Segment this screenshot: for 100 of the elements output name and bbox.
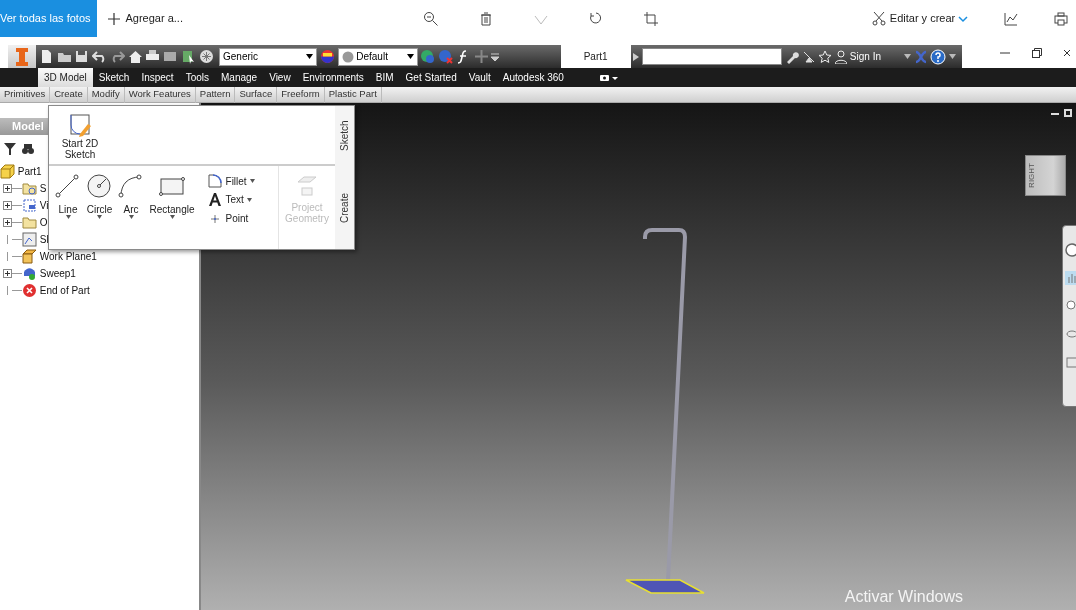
undo-icon[interactable] (92, 49, 107, 64)
fillet-icon (206, 173, 223, 189)
arc-tool-button[interactable]: Arc (118, 174, 144, 219)
expand-icon[interactable] (3, 218, 12, 227)
point-button[interactable]: Point (206, 210, 255, 227)
circle-icon (86, 174, 113, 198)
rotate-icon[interactable] (588, 10, 604, 27)
panel-title: Create (335, 166, 354, 249)
line-tool-button[interactable]: Line (55, 174, 81, 219)
caret-icon (65, 215, 71, 219)
sign-in-button[interactable]: Sign In (835, 49, 881, 64)
caret-icon[interactable] (949, 54, 956, 59)
binoculars-icon[interactable] (21, 143, 34, 155)
text-button[interactable]: Text (206, 191, 255, 208)
tree-item[interactable]: Sl (22, 232, 49, 247)
plus-icon (108, 12, 120, 25)
text-icon (206, 191, 223, 208)
ribbon-tab[interactable]: Inspect (135, 68, 180, 87)
star-icon[interactable] (818, 49, 833, 64)
restore-icon[interactable] (1064, 109, 1072, 117)
tree-item[interactable]: O (22, 215, 48, 230)
sketch-pencil-icon (68, 112, 92, 138)
caret-icon (306, 54, 313, 59)
ribbon-tab[interactable]: Sketch (92, 68, 136, 87)
expand-icon[interactable] (3, 269, 12, 278)
material-dropdown[interactable]: Generic (219, 47, 317, 66)
zoom-icon[interactable] (423, 10, 439, 27)
tree-item[interactable]: Work Plane1 (22, 249, 97, 264)
print-icon[interactable] (1054, 11, 1068, 26)
search-field[interactable] (642, 48, 783, 65)
orbit-icon[interactable] (1065, 327, 1076, 341)
tree-item[interactable]: S (22, 181, 47, 196)
user-icon (835, 49, 848, 64)
camera-icon[interactable] (599, 73, 618, 82)
fillet-button[interactable]: Fillet (206, 173, 255, 189)
chart-icon[interactable] (1004, 11, 1018, 26)
steering-wheel-icon[interactable] (1065, 243, 1076, 257)
expand-icon[interactable] (3, 184, 12, 193)
arc-icon (118, 174, 144, 198)
watermark-text: Activar Windows (844, 587, 963, 607)
caret-icon (406, 54, 414, 59)
filter-icon[interactable] (4, 143, 16, 155)
panel-tab[interactable]: Pattern (195, 86, 236, 103)
document-tab[interactable]: Part1 (560, 45, 631, 68)
tree-item[interactable]: Vi (22, 198, 49, 213)
help-icon[interactable] (930, 48, 947, 65)
view-cube[interactable]: RIGHT (1025, 155, 1066, 196)
adjust-icon[interactable] (420, 49, 436, 64)
sweep-icon (22, 266, 37, 281)
ribbon-tab[interactable]: Tools (179, 68, 215, 87)
panel-tab[interactable]: Plastic Part (324, 86, 382, 103)
appearance-dropdown[interactable]: Default (337, 47, 418, 66)
line-icon (55, 174, 81, 198)
letter-i-logo-icon (14, 46, 30, 67)
tree-item[interactable]: End of Part (22, 283, 90, 298)
trash-icon[interactable] (478, 10, 494, 27)
ribbon-tab[interactable]: Environments (296, 68, 370, 87)
panel-tab[interactable]: Create (50, 86, 88, 103)
part-icon (0, 164, 15, 179)
expand-icon[interactable] (3, 201, 12, 210)
panel-tab[interactable]: Surface (235, 86, 278, 103)
tab-arrow-icon[interactable] (633, 52, 640, 61)
save-icon[interactable] (74, 49, 90, 64)
panel-tab[interactable]: Modify (87, 86, 125, 103)
ribbon-tab[interactable]: Manage (215, 68, 264, 87)
home-icon[interactable] (127, 49, 143, 64)
crop-icon[interactable] (643, 10, 659, 27)
folder-icon (22, 215, 37, 230)
ribbon-tab[interactable]: Autodesk 360 (496, 68, 570, 87)
error-icon (22, 283, 37, 298)
scissors-icon (871, 10, 888, 27)
ribbon-tab[interactable]: BIM (369, 68, 400, 87)
caret-icon (97, 215, 102, 219)
ribbon-tab[interactable]: Vault (462, 68, 497, 87)
panel-tab[interactable]: Work Features (124, 86, 196, 103)
color-wheel-icon[interactable] (319, 49, 335, 64)
edit-button[interactable]: Editar y crear (871, 10, 968, 27)
zoom-icon[interactable] (1065, 299, 1076, 313)
plane-icon (22, 249, 37, 264)
view-icon (22, 198, 37, 213)
panel-tab[interactable]: Freeform (277, 86, 325, 103)
circle-tool-button[interactable]: Circle (86, 174, 113, 219)
ribbon-tab[interactable]: View (263, 68, 297, 87)
close-icon[interactable] (1064, 47, 1070, 58)
restore-icon[interactable] (1032, 47, 1042, 58)
select-icon[interactable] (180, 49, 196, 64)
snowflake-icon[interactable] (198, 49, 214, 64)
panel-tab[interactable]: Primitives (0, 86, 51, 103)
ribbon-tab[interactable]: Get Started (399, 68, 463, 87)
plus-icon[interactable] (473, 49, 489, 64)
caret-icon[interactable] (903, 54, 911, 59)
caret-icon (128, 215, 134, 219)
ribbon-tab[interactable]: 3D Model (38, 68, 93, 87)
tree-item[interactable]: Part1 (0, 164, 42, 179)
menu-caret-icon[interactable] (491, 52, 500, 61)
tree-item[interactable]: Sweep1 (22, 266, 76, 281)
folder-sketch-icon (22, 181, 37, 196)
rectangle-icon (159, 174, 185, 198)
rectangle-tool-button[interactable]: Rectangle (149, 174, 195, 219)
add-button[interactable]: Agregar a... (108, 10, 183, 27)
